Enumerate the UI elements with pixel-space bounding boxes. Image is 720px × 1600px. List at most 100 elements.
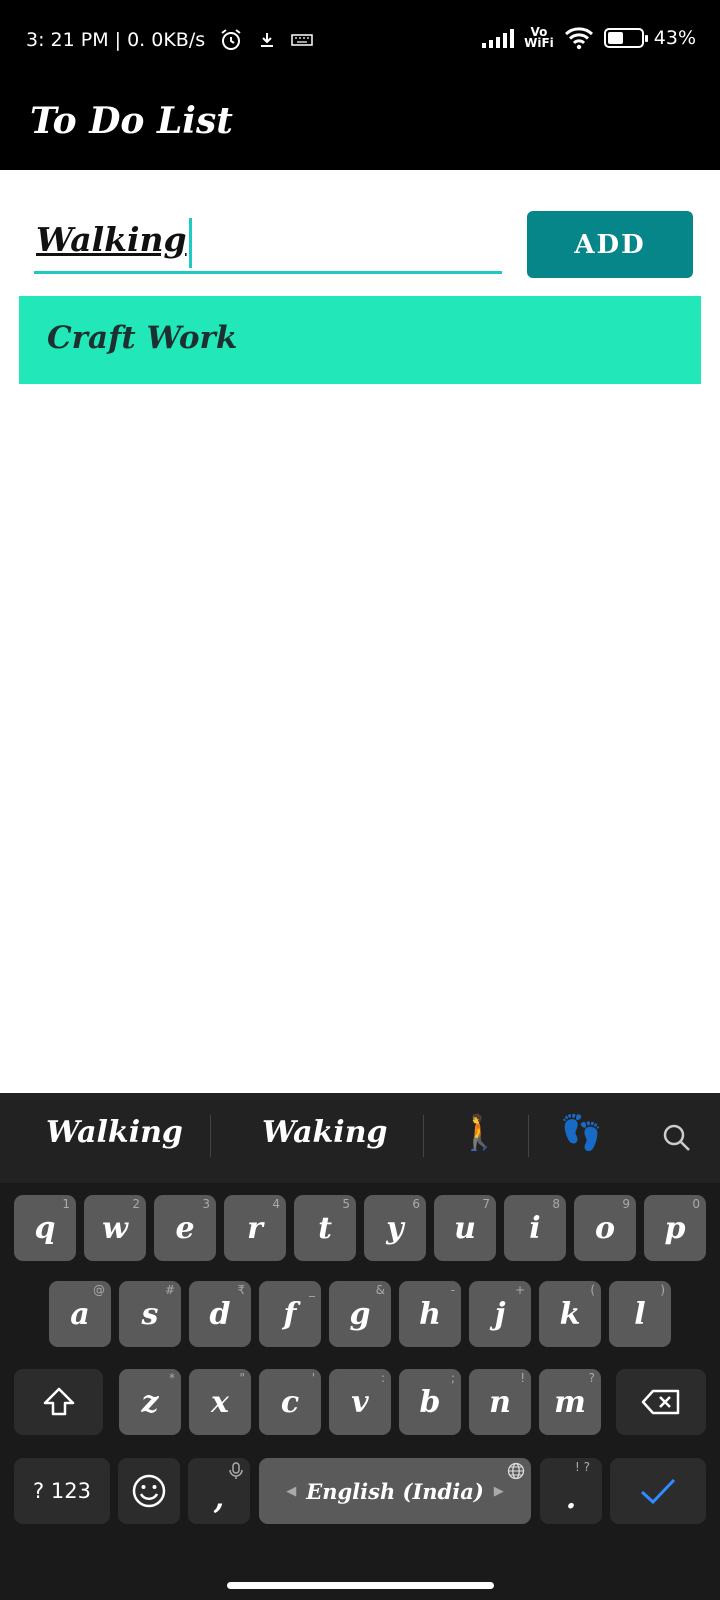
- key-label: d: [209, 1296, 231, 1332]
- key-hint: 5: [342, 1197, 350, 1211]
- enter-key[interactable]: [610, 1458, 706, 1524]
- key-hint: 7: [482, 1197, 490, 1211]
- emoji-suggestion-footprints[interactable]: 👣: [560, 1113, 602, 1153]
- key-label: a: [70, 1296, 90, 1332]
- status-left: 3: 21 PM | 0. 0KB/s: [26, 28, 313, 52]
- search-icon[interactable]: [662, 1123, 692, 1153]
- key-hint: ;: [450, 1371, 455, 1385]
- key-hint: _: [309, 1283, 315, 1297]
- comma-key[interactable]: ,: [188, 1458, 250, 1524]
- key-hint: -: [450, 1283, 455, 1297]
- key-n[interactable]: ! n: [469, 1369, 531, 1435]
- key-label: h: [419, 1296, 441, 1332]
- list-item[interactable]: Craft Work: [19, 296, 701, 384]
- key-r[interactable]: 4r: [224, 1195, 286, 1261]
- key-hint: #: [164, 1283, 175, 1297]
- key-c[interactable]: ' c: [259, 1369, 321, 1435]
- shift-key[interactable]: [14, 1369, 103, 1435]
- key-hint: 3: [202, 1197, 210, 1211]
- key-i[interactable]: 8i: [504, 1195, 566, 1261]
- task-input[interactable]: Walking: [34, 214, 502, 274]
- key-o[interactable]: 9o: [574, 1195, 636, 1261]
- status-right: Vo WiFi 43%: [482, 26, 696, 50]
- key-q[interactable]: 1q: [14, 1195, 76, 1261]
- key-label: m: [554, 1384, 586, 1420]
- status-time: 3: 21 PM | 0. 0KB/s: [26, 29, 206, 51]
- key-v[interactable]: :v: [329, 1369, 391, 1435]
- battery-percent: 43%: [653, 27, 696, 49]
- suggestion-2[interactable]: Waking: [262, 1115, 388, 1150]
- key-label: z: [141, 1384, 159, 1420]
- key-hint: :: [380, 1371, 385, 1385]
- key-k[interactable]: (k: [539, 1281, 601, 1347]
- key-hint: 4: [272, 1197, 280, 1211]
- key-label: k: [559, 1296, 581, 1332]
- right-arrow-icon: ▶: [493, 1483, 504, 1499]
- key-hint: 9: [622, 1197, 630, 1211]
- key-label: u: [454, 1210, 476, 1246]
- globe-icon: [507, 1462, 525, 1480]
- comma-label: ,: [213, 1480, 225, 1516]
- app-bar: To Do List: [0, 86, 720, 170]
- key-hint: 6: [412, 1197, 420, 1211]
- key-hint: 8: [552, 1197, 560, 1211]
- key-hint: ': [311, 1371, 315, 1385]
- period-label: .: [565, 1480, 577, 1516]
- key-label: c: [280, 1384, 300, 1420]
- battery-icon: [603, 28, 648, 48]
- key-m[interactable]: ? m: [539, 1369, 601, 1435]
- key-hint: ₹: [237, 1283, 245, 1297]
- key-b[interactable]: ; b: [399, 1369, 461, 1435]
- key-label: w: [102, 1210, 128, 1246]
- add-button[interactable]: ADD: [527, 211, 693, 278]
- key-u[interactable]: 7u: [434, 1195, 496, 1261]
- key-hint: 0: [692, 1197, 700, 1211]
- key-label: j: [494, 1296, 506, 1332]
- key-label: l: [634, 1296, 646, 1332]
- keyboard: Walking Waking 🚶 👣 1 q 2 w 3 e 4 r 5 t 6 y 7 u 8 i 9 o 0 p @…: [0, 1093, 720, 1600]
- key-hint: +: [514, 1283, 525, 1297]
- key-e[interactable]: 3e: [154, 1195, 216, 1261]
- key-l[interactable]: ) l: [609, 1281, 671, 1347]
- key-label: i: [529, 1210, 541, 1246]
- list-item-label: Craft Work: [47, 320, 238, 356]
- key-z[interactable]: * z: [119, 1369, 181, 1435]
- signal-icon: [482, 28, 515, 48]
- key-hint: ?: [588, 1371, 595, 1385]
- vowifi-label: Vo WiFi: [524, 25, 554, 50]
- text-caret: [189, 218, 192, 268]
- period-key[interactable]: . ! ?: [540, 1458, 602, 1524]
- key-x[interactable]: " x: [189, 1369, 251, 1435]
- keyboard-notification-icon: [291, 34, 313, 46]
- key-t[interactable]: 5t: [294, 1195, 356, 1261]
- key-w[interactable]: 2w: [84, 1195, 146, 1261]
- key-label: o: [594, 1210, 615, 1246]
- key-f[interactable]: _ f: [259, 1281, 321, 1347]
- download-icon: [261, 33, 274, 47]
- key-label: y: [386, 1210, 404, 1246]
- key-p[interactable]: 0p: [644, 1195, 706, 1261]
- key-label: t: [318, 1210, 332, 1246]
- key-hint: *: [169, 1371, 175, 1385]
- emoji-key[interactable]: [118, 1458, 180, 1524]
- key-a[interactable]: @ a: [49, 1281, 111, 1347]
- home-indicator[interactable]: [227, 1582, 494, 1589]
- key-label: f: [283, 1296, 297, 1332]
- key-hint: ): [660, 1283, 665, 1297]
- key-h[interactable]: -h: [399, 1281, 461, 1347]
- symbols-key[interactable]: ? 123: [14, 1458, 110, 1524]
- key-label: g: [349, 1296, 371, 1332]
- period-hint: ! ?: [575, 1460, 590, 1474]
- key-s[interactable]: # s: [119, 1281, 181, 1347]
- key-g[interactable]: & g: [329, 1281, 391, 1347]
- key-label: n: [489, 1384, 511, 1420]
- space-key[interactable]: ◀ English (India) ▶: [259, 1458, 531, 1524]
- key-d[interactable]: ₹ d: [189, 1281, 251, 1347]
- backspace-key[interactable]: [616, 1369, 706, 1435]
- key-j[interactable]: + j: [469, 1281, 531, 1347]
- key-y[interactable]: 6y: [364, 1195, 426, 1261]
- key-label: q: [34, 1210, 56, 1246]
- suggestion-1[interactable]: Walking: [46, 1115, 183, 1150]
- key-label: x: [211, 1384, 229, 1420]
- emoji-suggestion-walking[interactable]: 🚶: [458, 1113, 500, 1153]
